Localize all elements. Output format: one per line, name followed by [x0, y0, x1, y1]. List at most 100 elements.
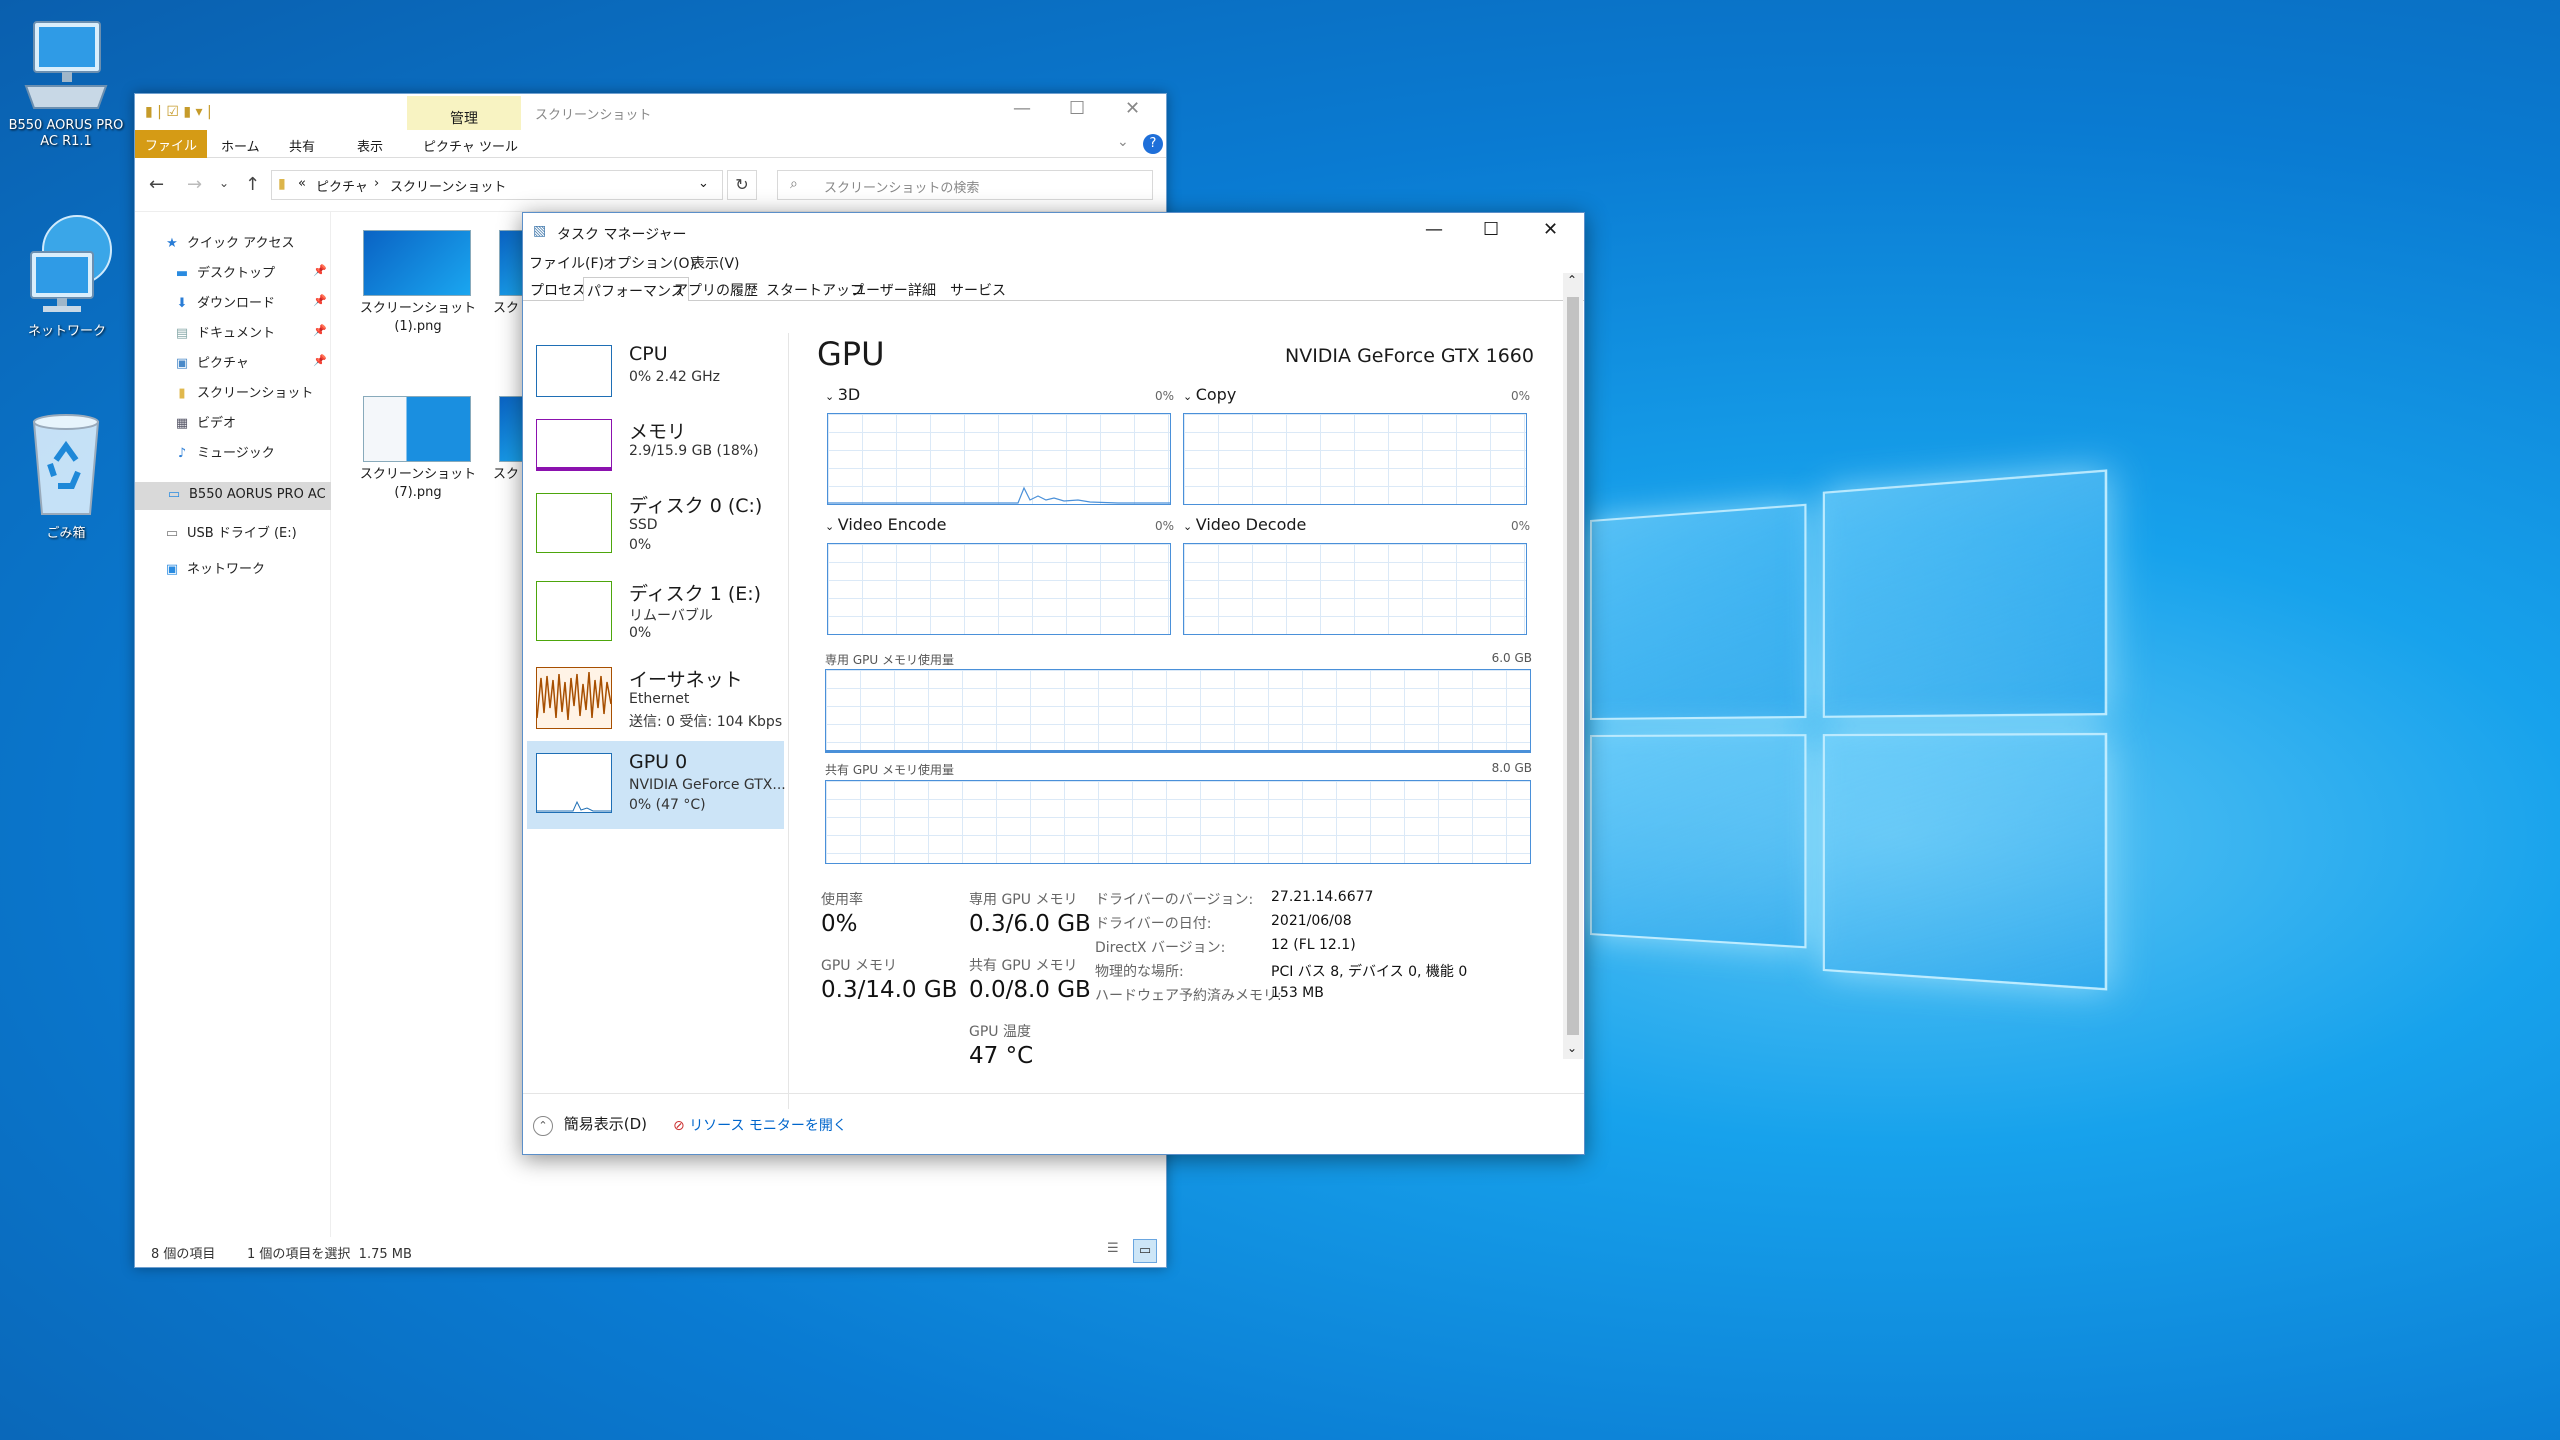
address-bar[interactable]: ▮ « ピクチャ › スクリーンショット ⌄: [271, 170, 723, 200]
task-manager-window[interactable]: ▧ タスク マネージャー — ☐ ✕ ファイル(F) オプション(O) 表示(V…: [522, 212, 1585, 1155]
tab-view[interactable]: 表示: [357, 136, 383, 155]
open-resource-monitor-link[interactable]: ⊘ リソース モニターを開く: [673, 1115, 847, 1135]
tab-details[interactable]: 詳細: [905, 277, 939, 301]
file-name[interactable]: スクリーンショット (7).png: [353, 466, 483, 502]
desktop-icon-network[interactable]: ネットワーク: [2, 210, 132, 340]
tab-picture-tools[interactable]: ピクチャ ツール: [423, 136, 518, 155]
menu-file[interactable]: ファイル(F): [529, 253, 604, 273]
tab-share[interactable]: 共有: [289, 136, 315, 155]
file-thumbnail[interactable]: [363, 396, 471, 462]
music-icon: ♪: [175, 446, 189, 461]
sidebar-item-ethernet[interactable]: イーサネット Ethernet 送信: 0 受信: 104 Kbps: [527, 655, 784, 739]
menu-options[interactable]: オプション(O): [603, 253, 695, 273]
nav-pictures[interactable]: ▣ ピクチャ: [175, 352, 249, 371]
large-icons-view-icon[interactable]: ▭: [1133, 1239, 1157, 1263]
disk0-mini-graph: [536, 493, 612, 553]
star-icon: ★: [165, 236, 179, 251]
desktop-icon-recycle-bin[interactable]: ごみ箱: [1, 402, 131, 542]
maximize-button[interactable]: ☐: [1483, 219, 1499, 240]
gpu-model: NVIDIA GeForce GTX 1660: [1285, 345, 1534, 367]
sidebar-item-memory[interactable]: メモリ 2.9/15.9 GB (18%): [527, 407, 784, 491]
tab-users[interactable]: ユーザー: [849, 277, 911, 301]
gpu-heading: GPU: [817, 335, 885, 373]
quick-access-toolbar[interactable]: ▮ | ☑ ▮ ▾ |: [145, 104, 212, 120]
minimize-button[interactable]: —: [1425, 219, 1443, 240]
recent-dropdown-icon[interactable]: ⌄: [219, 176, 229, 190]
explorer-titlebar: ▮ | ☑ ▮ ▾ | 管理 スクリーンショット — ☐ ✕: [135, 94, 1166, 130]
network-icon: ▣: [165, 562, 179, 577]
breadcrumb-current[interactable]: スクリーンショット: [390, 176, 506, 195]
nav-music[interactable]: ♪ ミュージック: [175, 442, 275, 461]
menu-view[interactable]: 表示(V): [691, 253, 740, 273]
forward-arrow-icon[interactable]: →: [187, 174, 202, 195]
help-icon[interactable]: ?: [1143, 134, 1163, 154]
disk1-mini-graph: [536, 581, 612, 641]
gpu-memory-label: GPU メモリ: [821, 955, 897, 975]
up-arrow-icon[interactable]: ↑: [245, 174, 260, 195]
engine-3d-label[interactable]: ⌄ 3D: [825, 385, 860, 404]
nav-this-pc[interactable]: ▭ B550 AORUS PRO AC: [135, 482, 331, 510]
tab-home[interactable]: ホーム: [221, 136, 260, 155]
search-box[interactable]: ⌕ スクリーンショットの検索: [777, 170, 1153, 200]
pin-icon: 📌: [313, 294, 327, 307]
chevron-down-icon[interactable]: ⌄: [698, 176, 709, 191]
file-name[interactable]: スク: [493, 466, 523, 484]
window-title: タスク マネージャー: [557, 224, 686, 244]
tab-processes[interactable]: プロセス: [527, 277, 589, 301]
desktop-icon-label: ネットワーク: [2, 324, 132, 340]
engine-encode-label[interactable]: ⌄ Video Encode: [825, 515, 946, 534]
menu-bar: ファイル(F) オプション(O) 表示(V): [523, 251, 1584, 275]
sidebar-item-disk-1[interactable]: ディスク 1 (E:) リムーバブル 0%: [527, 569, 784, 653]
breadcrumb-parent[interactable]: ピクチャ: [316, 176, 368, 195]
nav-downloads[interactable]: ⬇ ダウンロード: [175, 292, 275, 311]
nav-desktop[interactable]: ▬ デスクトップ: [175, 262, 275, 281]
scroll-up-icon[interactable]: ⌃: [1567, 273, 1577, 287]
engine-3d-graph: [827, 413, 1171, 505]
desktop-icon-label: B550 AORUS PRO AC R1.1: [1, 118, 131, 150]
refresh-button[interactable]: ↻: [727, 170, 757, 200]
engine-decode-label[interactable]: ⌄ Video Decode: [1183, 515, 1306, 534]
file-thumbnail[interactable]: [363, 230, 471, 296]
close-button[interactable]: ✕: [1125, 98, 1140, 119]
sidebar-item-cpu[interactable]: CPU 0% 2.42 GHz: [527, 333, 784, 417]
desktop-icon-label: ごみ箱: [1, 526, 131, 542]
expand-ribbon-icon[interactable]: ⌄: [1117, 134, 1129, 150]
logo-pane: [1823, 469, 2107, 718]
gpu-mini-graph: [536, 753, 612, 813]
vertical-scrollbar[interactable]: ⌃ ⌄: [1563, 273, 1583, 1059]
close-button[interactable]: ✕: [1543, 219, 1558, 240]
minimize-button[interactable]: —: [1013, 98, 1031, 119]
file-name[interactable]: スクリーンショット (1).png: [353, 300, 483, 336]
details-view-icon[interactable]: ☰: [1107, 1241, 1119, 1256]
item-count: 8 個の項目: [151, 1243, 215, 1262]
nav-documents[interactable]: ▤ ドキュメント: [175, 322, 275, 341]
maximize-button[interactable]: ☐: [1069, 98, 1085, 119]
chevron-down-icon: ⌄: [825, 520, 838, 533]
resource-monitor-icon: ⊘: [673, 1118, 685, 1134]
scroll-down-icon[interactable]: ⌄: [1567, 1041, 1577, 1055]
tab-file[interactable]: ファイル: [135, 130, 207, 158]
nav-usb-drive[interactable]: ▭ USB ドライブ (E:): [165, 522, 297, 541]
desktop-icon-computer[interactable]: B550 AORUS PRO AC R1.1: [1, 16, 131, 150]
scrollbar-thumb[interactable]: [1567, 297, 1579, 1035]
usb-drive-icon: ▭: [165, 526, 179, 541]
shared-memory-label: 共有 GPU メモリ使用量: [825, 761, 954, 778]
nav-screenshots[interactable]: ▮ スクリーンショット: [175, 382, 313, 401]
tab-services[interactable]: サービス: [947, 277, 1009, 301]
nav-network[interactable]: ▣ ネットワーク: [165, 558, 265, 577]
back-arrow-icon[interactable]: ←: [149, 174, 164, 195]
fewer-details-button[interactable]: ⌃ 簡易表示(D): [533, 1113, 647, 1136]
tab-app-history[interactable]: アプリの履歴: [671, 277, 761, 301]
engine-copy-label[interactable]: ⌄ Copy: [1183, 385, 1236, 404]
sidebar-item-gpu-0[interactable]: GPU 0 NVIDIA GeForce GTX... 0% (47 °C): [527, 741, 784, 829]
sidebar-item-disk-0[interactable]: ディスク 0 (C:) SSD 0%: [527, 481, 784, 565]
driver-date-label: ドライバーの日付:: [1095, 913, 1211, 933]
shared-gpu-memory-value: 0.0/8.0 GB: [969, 977, 1091, 1003]
directx-version-value: 12 (FL 12.1): [1271, 937, 1356, 953]
memory-mini-graph: [536, 419, 612, 471]
file-name[interactable]: スク: [493, 300, 523, 318]
nav-quick-access[interactable]: ★ クイック アクセス: [165, 232, 294, 251]
engine-encode-pct: 0%: [1155, 519, 1174, 533]
shared-gpu-memory-label: 共有 GPU メモリ: [969, 955, 1077, 975]
nav-videos[interactable]: ▦ ビデオ: [175, 412, 236, 431]
